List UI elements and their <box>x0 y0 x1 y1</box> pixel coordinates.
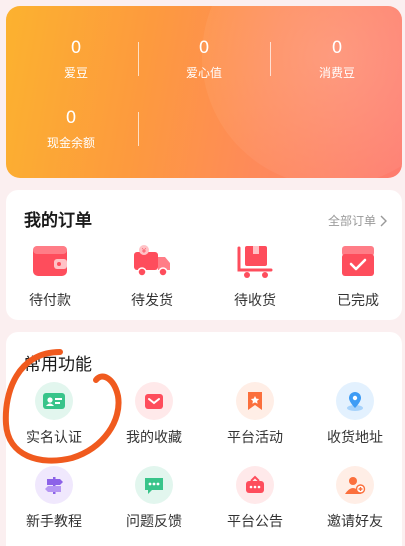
all-orders-link[interactable]: 全部订单 <box>328 212 388 229</box>
orders-title: 我的订单 <box>24 211 92 231</box>
divider <box>138 112 139 146</box>
stat-value: 0 <box>198 38 210 58</box>
functions-title: 常用功能 <box>24 355 92 375</box>
order-label: 待发货 <box>131 293 173 309</box>
order-completed[interactable]: 已完成 <box>318 242 398 310</box>
func-label: 我的收藏 <box>126 430 182 446</box>
completed-box-icon <box>342 246 374 276</box>
divider <box>270 42 271 76</box>
func-shipping-address[interactable]: 收货地址 <box>310 382 400 447</box>
func-label: 新手教程 <box>26 514 82 530</box>
func-my-favorites[interactable]: 我的收藏 <box>109 382 199 447</box>
all-orders-label: 全部订单 <box>327 214 376 228</box>
assets-summary-card: 0 爱豆 0 爱心值 0 消费豆 0 现金余额 <box>6 6 402 178</box>
invite-friend-icon <box>336 466 374 504</box>
stat-value: 0 <box>65 108 77 128</box>
func-feedback[interactable]: 问题反馈 <box>109 466 199 531</box>
favorites-icon <box>135 382 173 420</box>
order-label: 已完成 <box>337 293 379 309</box>
func-beginner-tutorial[interactable]: 新手教程 <box>9 466 99 531</box>
func-label: 平台公告 <box>227 514 283 530</box>
my-orders-card: 我的订单 全部订单 待付款 ¥ 待发货 待收货 已完成 <box>6 190 402 320</box>
func-label: 实名认证 <box>26 430 82 446</box>
common-functions-card: 常用功能 实名认证 我的收藏 平台活动 收货地址 新手教程 问题反馈 平台公告 … <box>6 332 402 546</box>
svg-text:¥: ¥ <box>142 247 147 255</box>
func-invite-friends[interactable]: 邀请好友 <box>310 466 400 531</box>
stat-value: 0 <box>331 38 343 58</box>
delivery-truck-icon: ¥ <box>134 245 170 277</box>
signpost-icon <box>35 466 73 504</box>
func-real-name-auth[interactable]: 实名认证 <box>9 382 99 447</box>
stat-aixin[interactable]: 0 爱心值 <box>139 38 269 81</box>
stat-label: 消费豆 <box>318 66 355 80</box>
func-label: 平台活动 <box>227 430 283 446</box>
order-pending-payment[interactable]: 待付款 <box>10 242 90 310</box>
stat-aidou[interactable]: 0 爱豆 <box>11 38 141 81</box>
announcement-icon <box>236 466 274 504</box>
chevron-right-icon <box>380 215 387 226</box>
location-pin-icon <box>336 382 374 420</box>
id-card-icon <box>35 382 73 420</box>
stat-label: 爱心值 <box>185 66 222 80</box>
stat-value: 0 <box>70 38 82 58</box>
order-pending-shipment[interactable]: ¥ 待发货 <box>112 242 192 310</box>
order-label: 待收货 <box>234 293 276 309</box>
func-label: 邀请好友 <box>327 514 383 530</box>
feedback-icon <box>135 466 173 504</box>
stat-cash-balance[interactable]: 0 现金余额 <box>6 108 136 151</box>
order-pending-receipt[interactable]: 待收货 <box>215 242 295 310</box>
stat-label: 现金余额 <box>46 136 95 150</box>
stat-label: 爱豆 <box>63 66 88 80</box>
func-label: 收货地址 <box>327 430 383 446</box>
stat-consumption[interactable]: 0 消费豆 <box>272 38 402 81</box>
func-platform-announcement[interactable]: 平台公告 <box>210 466 300 531</box>
func-platform-activity[interactable]: 平台活动 <box>210 382 300 447</box>
package-cart-icon <box>237 246 273 278</box>
func-label: 问题反馈 <box>126 514 182 530</box>
activity-flag-icon <box>236 382 274 420</box>
wallet-icon <box>33 246 67 276</box>
order-label: 待付款 <box>29 293 71 309</box>
